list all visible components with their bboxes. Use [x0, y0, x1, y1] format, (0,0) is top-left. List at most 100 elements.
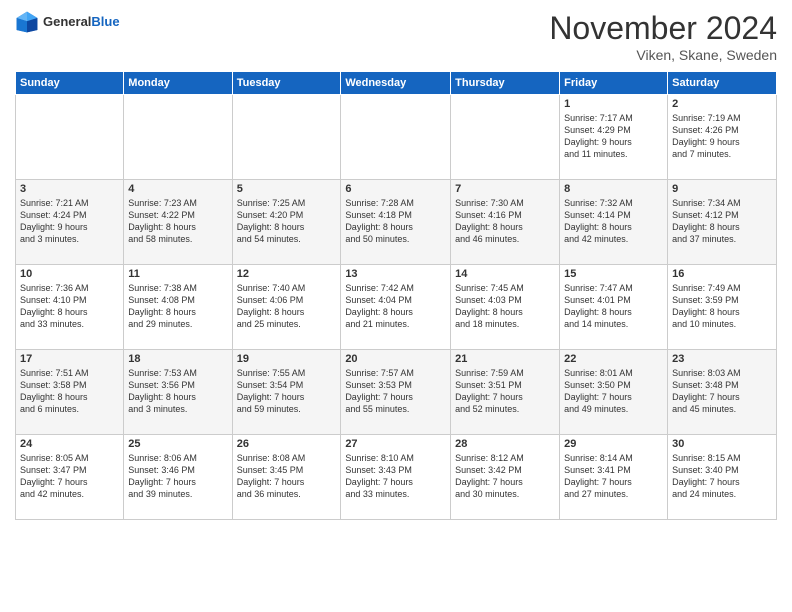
day-info: Sunrise: 8:14 AM Sunset: 3:41 PM Dayligh… [564, 452, 663, 501]
calendar-cell-4-2: 26Sunrise: 8:08 AM Sunset: 3:45 PM Dayli… [232, 435, 341, 520]
day-info: Sunrise: 7:57 AM Sunset: 3:53 PM Dayligh… [345, 367, 446, 416]
calendar-cell-4-0: 24Sunrise: 8:05 AM Sunset: 3:47 PM Dayli… [16, 435, 124, 520]
header: GeneralBlue November 2024 Viken, Skane, … [15, 10, 777, 63]
day-number: 15 [564, 268, 663, 280]
page: GeneralBlue November 2024 Viken, Skane, … [0, 0, 792, 612]
day-info: Sunrise: 7:47 AM Sunset: 4:01 PM Dayligh… [564, 282, 663, 331]
month-title: November 2024 [549, 10, 777, 47]
day-info: Sunrise: 7:42 AM Sunset: 4:04 PM Dayligh… [345, 282, 446, 331]
day-info: Sunrise: 8:12 AM Sunset: 3:42 PM Dayligh… [455, 452, 555, 501]
header-thursday: Thursday [451, 72, 560, 95]
calendar-cell-3-4: 21 Sunrise: 7:59 AM Sunset: 3:51 PM Dayli… [451, 350, 560, 435]
day-number: 5 [237, 183, 337, 195]
day-info: Sunrise: 8:15 AM Sunset: 3:40 PM Dayligh… [672, 452, 772, 501]
day-number: 25 [128, 438, 227, 450]
calendar-cell-3-1: 18Sunrise: 7:53 AM Sunset: 3:56 PM Dayli… [124, 350, 232, 435]
day-info: Sunrise: 7:38 AM Sunset: 4:08 PM Dayligh… [128, 282, 227, 331]
day-info: Sunrise: 8:06 AM Sunset: 3:46 PM Dayligh… [128, 452, 227, 501]
day-info: Sunrise: 7:36 AM Sunset: 4:10 PM Dayligh… [20, 282, 119, 331]
header-monday: Monday [124, 72, 232, 95]
calendar-cell-2-3: 13Sunrise: 7:42 AM Sunset: 4:04 PM Dayli… [341, 265, 451, 350]
day-number: 1 [564, 98, 663, 110]
calendar-cell-4-6: 30 Sunrise: 8:15 AM Sunset: 3:40 PM Dayli… [668, 435, 777, 520]
calendar-cell-2-5: 15 Sunrise: 7:47 AM Sunset: 4:01 PM Dayli… [560, 265, 668, 350]
calendar-cell-3-6: 23Sunrise: 8:03 AM Sunset: 3:48 PM Dayli… [668, 350, 777, 435]
day-number: 27 [345, 438, 446, 450]
day-number: 8 [564, 183, 663, 195]
day-number: 17 [20, 353, 119, 365]
header-tuesday: Tuesday [232, 72, 341, 95]
logo-general: General [43, 14, 91, 29]
day-number: 6 [345, 183, 446, 195]
calendar-cell-1-4: 7 Sunrise: 7:30 AM Sunset: 4:16 PM Daylig… [451, 180, 560, 265]
calendar-cell-2-1: 11 Sunrise: 7:38 AM Sunset: 4:08 PM Dayli… [124, 265, 232, 350]
calendar-cell-1-1: 4 Sunrise: 7:23 AM Sunset: 4:22 PM Daylig… [124, 180, 232, 265]
calendar-cell-3-2: 19Sunrise: 7:55 AM Sunset: 3:54 PM Dayli… [232, 350, 341, 435]
week-row-3: 17Sunrise: 7:51 AM Sunset: 3:58 PM Dayli… [16, 350, 777, 435]
calendar-cell-0-3 [341, 95, 451, 180]
header-wednesday: Wednesday [341, 72, 451, 95]
week-row-1: 3Sunrise: 7:21 AM Sunset: 4:24 PM Daylig… [16, 180, 777, 265]
calendar-cell-1-3: 6 Sunrise: 7:28 AM Sunset: 4:18 PM Daylig… [341, 180, 451, 265]
header-friday: Friday [560, 72, 668, 95]
calendar-cell-1-2: 5Sunrise: 7:25 AM Sunset: 4:20 PM Daylig… [232, 180, 341, 265]
day-number: 20 [345, 353, 446, 365]
day-info: Sunrise: 7:55 AM Sunset: 3:54 PM Dayligh… [237, 367, 337, 416]
logo-blue: Blue [91, 14, 119, 29]
calendar-cell-2-6: 16 Sunrise: 7:49 AM Sunset: 3:59 PM Dayli… [668, 265, 777, 350]
calendar: Sunday Monday Tuesday Wednesday Thursday… [15, 71, 777, 520]
day-info: Sunrise: 7:30 AM Sunset: 4:16 PM Dayligh… [455, 197, 555, 246]
weekday-header-row: Sunday Monday Tuesday Wednesday Thursday… [16, 72, 777, 95]
subtitle: Viken, Skane, Sweden [549, 47, 777, 63]
day-info: Sunrise: 7:21 AM Sunset: 4:24 PM Dayligh… [20, 197, 119, 246]
day-info: Sunrise: 7:19 AM Sunset: 4:26 PM Dayligh… [672, 112, 772, 161]
day-info: Sunrise: 7:49 AM Sunset: 3:59 PM Dayligh… [672, 282, 772, 331]
day-number: 18 [128, 353, 227, 365]
day-info: Sunrise: 8:03 AM Sunset: 3:48 PM Dayligh… [672, 367, 772, 416]
day-number: 16 [672, 268, 772, 280]
day-info: Sunrise: 7:32 AM Sunset: 4:14 PM Dayligh… [564, 197, 663, 246]
day-number: 29 [564, 438, 663, 450]
calendar-cell-4-1: 25 Sunrise: 8:06 AM Sunset: 3:46 PM Dayli… [124, 435, 232, 520]
day-number: 21 [455, 353, 555, 365]
day-number: 12 [237, 268, 337, 280]
day-number: 2 [672, 98, 772, 110]
calendar-cell-1-0: 3Sunrise: 7:21 AM Sunset: 4:24 PM Daylig… [16, 180, 124, 265]
calendar-cell-0-0 [16, 95, 124, 180]
calendar-cell-0-1 [124, 95, 232, 180]
calendar-cell-0-6: 2 Sunrise: 7:19 AM Sunset: 4:26 PM Daylig… [668, 95, 777, 180]
day-info: Sunrise: 8:08 AM Sunset: 3:45 PM Dayligh… [237, 452, 337, 501]
calendar-cell-0-2 [232, 95, 341, 180]
day-number: 28 [455, 438, 555, 450]
day-info: Sunrise: 7:23 AM Sunset: 4:22 PM Dayligh… [128, 197, 227, 246]
day-info: Sunrise: 8:10 AM Sunset: 3:43 PM Dayligh… [345, 452, 446, 501]
calendar-cell-1-5: 8 Sunrise: 7:32 AM Sunset: 4:14 PM Daylig… [560, 180, 668, 265]
day-info: Sunrise: 8:01 AM Sunset: 3:50 PM Dayligh… [564, 367, 663, 416]
week-row-2: 10 Sunrise: 7:36 AM Sunset: 4:10 PM Dayli… [16, 265, 777, 350]
day-info: Sunrise: 7:45 AM Sunset: 4:03 PM Dayligh… [455, 282, 555, 331]
day-number: 10 [20, 268, 119, 280]
calendar-cell-4-5: 29 Sunrise: 8:14 AM Sunset: 3:41 PM Dayli… [560, 435, 668, 520]
calendar-cell-1-6: 9Sunrise: 7:34 AM Sunset: 4:12 PM Daylig… [668, 180, 777, 265]
calendar-cell-3-3: 20 Sunrise: 7:57 AM Sunset: 3:53 PM Dayli… [341, 350, 451, 435]
logo: GeneralBlue [15, 10, 120, 34]
header-saturday: Saturday [668, 72, 777, 95]
day-number: 4 [128, 183, 227, 195]
calendar-cell-3-0: 17Sunrise: 7:51 AM Sunset: 3:58 PM Dayli… [16, 350, 124, 435]
day-number: 7 [455, 183, 555, 195]
day-info: Sunrise: 7:28 AM Sunset: 4:18 PM Dayligh… [345, 197, 446, 246]
day-info: Sunrise: 7:17 AM Sunset: 4:29 PM Dayligh… [564, 112, 663, 161]
day-number: 9 [672, 183, 772, 195]
calendar-cell-2-0: 10 Sunrise: 7:36 AM Sunset: 4:10 PM Dayli… [16, 265, 124, 350]
day-number: 14 [455, 268, 555, 280]
day-info: Sunrise: 7:59 AM Sunset: 3:51 PM Dayligh… [455, 367, 555, 416]
day-number: 11 [128, 268, 227, 280]
title-block: November 2024 Viken, Skane, Sweden [549, 10, 777, 63]
day-number: 30 [672, 438, 772, 450]
week-row-0: 1 Sunrise: 7:17 AM Sunset: 4:29 PM Daylig… [16, 95, 777, 180]
calendar-cell-2-2: 12Sunrise: 7:40 AM Sunset: 4:06 PM Dayli… [232, 265, 341, 350]
logo-icon [15, 10, 39, 34]
calendar-cell-3-5: 22Sunrise: 8:01 AM Sunset: 3:50 PM Dayli… [560, 350, 668, 435]
calendar-cell-0-4 [451, 95, 560, 180]
calendar-cell-4-3: 27 Sunrise: 8:10 AM Sunset: 3:43 PM Dayli… [341, 435, 451, 520]
